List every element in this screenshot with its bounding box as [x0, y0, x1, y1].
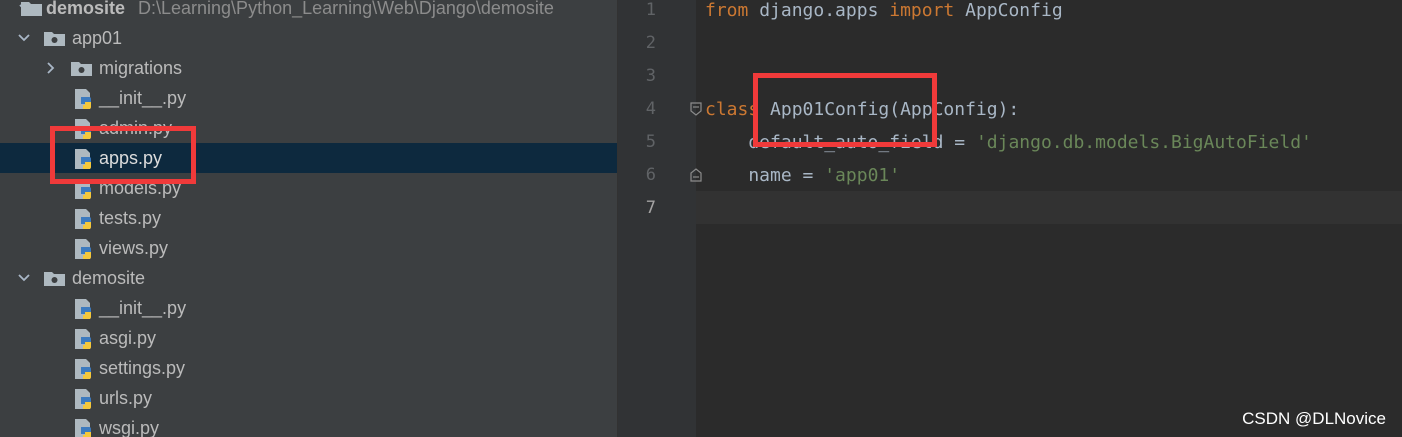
code-keyword: class	[705, 99, 760, 120]
tree-item-label: migrations	[99, 58, 183, 78]
code-string: 'app01'	[824, 165, 901, 186]
current-line-highlight	[696, 191, 1402, 224]
chevron-down-icon[interactable]	[17, 23, 31, 53]
tree-item-file[interactable]: settings.py	[0, 353, 617, 383]
line-number: 2	[645, 33, 656, 53]
tree-item-label: urls.py	[99, 388, 153, 408]
python-file-icon	[75, 389, 91, 409]
project-tree-panel: demosite D:\Learning\Python_Learning\Web…	[0, 0, 617, 437]
tree-root-row[interactable]: demosite D:\Learning\Python_Learning\Web…	[0, 0, 617, 23]
code-text: AppConfig	[954, 0, 1063, 21]
code-line[interactable]: name = 'app01'	[705, 159, 900, 192]
code-keyword: from	[705, 0, 749, 21]
package-folder-icon	[44, 272, 65, 286]
tree-item-label: tests.py	[99, 208, 162, 228]
tree-item-label: views.py	[99, 238, 169, 258]
line-number: 3	[645, 66, 656, 86]
tree-item-label: app01	[72, 28, 123, 48]
code-keyword: import	[889, 0, 955, 21]
line-number: 1	[645, 0, 656, 20]
tree-item-demosite[interactable]: demosite	[0, 263, 617, 293]
tree-item-file[interactable]: __init__.py	[0, 83, 617, 113]
code-string: 'django.db.models.BigAutoField'	[975, 132, 1312, 153]
tree-item-label: asgi.py	[99, 328, 157, 348]
python-file-icon	[75, 329, 91, 349]
tree-item-file[interactable]: views.py	[0, 233, 617, 263]
line-number: 4	[645, 99, 656, 119]
python-file-icon	[75, 359, 91, 379]
tree-item-label: wsgi.py	[99, 418, 160, 437]
tree-item-migrations[interactable]: migrations	[0, 53, 617, 83]
folder-icon	[21, 2, 42, 16]
tree-item-label: __init__.py	[99, 298, 187, 318]
tree-item-file[interactable]: wsgi.py	[0, 413, 617, 437]
tree-root-path: D:\Learning\Python_Learning\Web\Django\d…	[138, 0, 554, 18]
code-line[interactable]: from django.apps import AppConfig	[705, 0, 1063, 27]
tree-item-file[interactable]: __init__.py	[0, 293, 617, 323]
tree-root-label: demosite	[46, 0, 126, 18]
tree-item-label: settings.py	[99, 358, 186, 378]
code-text: django.apps	[748, 0, 890, 21]
annotation-box-apps-py	[50, 126, 196, 184]
annotation-box-class-name	[753, 73, 937, 147]
python-file-icon	[75, 419, 91, 437]
tree-item-file[interactable]: tests.py	[0, 203, 617, 233]
chevron-right-icon[interactable]	[44, 53, 58, 83]
python-file-icon	[75, 239, 91, 259]
line-number-current: 7	[645, 198, 656, 218]
tree-item-label: __init__.py	[99, 88, 187, 108]
fold-end-icon[interactable]	[689, 168, 703, 182]
line-number-gutter: 1 2 3 4 5 6 7	[618, 0, 696, 437]
chevron-down-icon[interactable]	[17, 263, 31, 293]
python-file-icon	[75, 89, 91, 109]
package-folder-icon	[71, 62, 92, 76]
line-number: 6	[645, 165, 656, 185]
python-file-icon	[75, 209, 91, 229]
line-number: 5	[645, 132, 656, 152]
tree-item-label: demosite	[72, 268, 146, 288]
code-text: name =	[705, 165, 825, 186]
watermark: CSDN @DLNovice	[1242, 409, 1386, 428]
tree-item-file[interactable]: urls.py	[0, 383, 617, 413]
tree-item-file[interactable]: asgi.py	[0, 323, 617, 353]
fold-start-icon[interactable]	[689, 102, 703, 116]
python-file-icon	[75, 299, 91, 319]
tree-item-app01[interactable]: app01	[0, 23, 617, 53]
package-folder-icon	[44, 32, 65, 46]
